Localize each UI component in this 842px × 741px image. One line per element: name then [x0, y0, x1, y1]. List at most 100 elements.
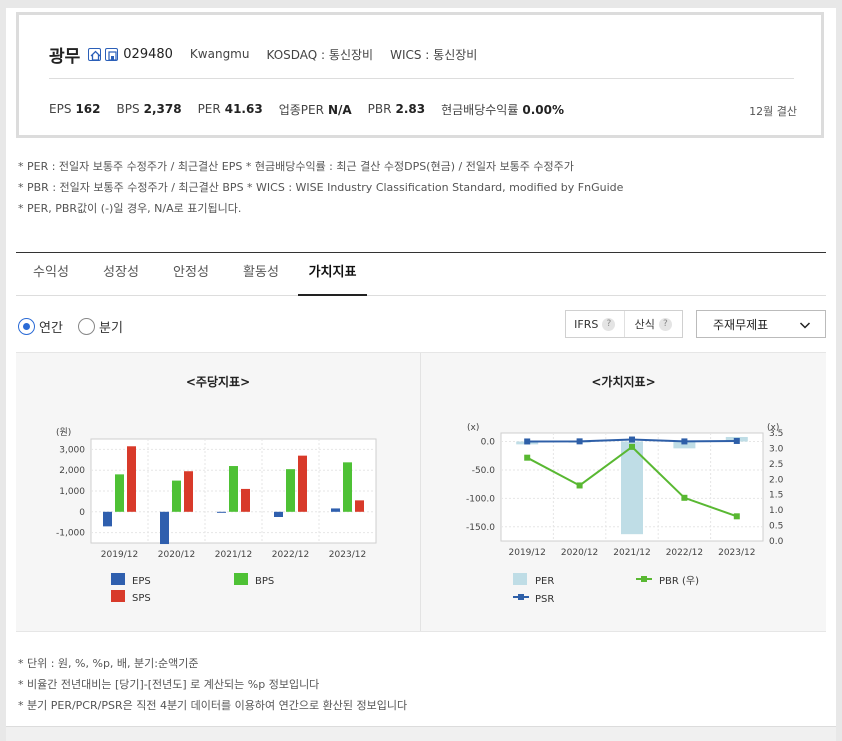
bar-eps — [274, 511, 283, 517]
point-psr — [576, 438, 583, 445]
x-tick-label: 2020/12 — [561, 548, 598, 558]
legend-swatch — [513, 573, 527, 585]
definition-notes: * PER : 전일자 보통주 수정주가 / 최근결산 EPS * 현금배당수익… — [18, 156, 623, 219]
formula-label: 산식 — [634, 318, 655, 331]
point-pbr — [681, 494, 688, 501]
x-tick-label: 2022/12 — [666, 548, 703, 558]
bar-sps — [355, 500, 364, 512]
valuation-chart-panel: <가치지표> 0.0 -50.0 -100.0 -150.0 0.0 0.5 1.0 1.5 2… — [421, 353, 826, 631]
ifrs-button[interactable]: IFRS ? — [566, 311, 624, 337]
options-bar: 연간 분기 IFRS ? 산식 ? 주재무제표 — [16, 308, 826, 344]
legend-swatch — [111, 590, 125, 602]
bar-sps — [241, 488, 250, 512]
radio-quarter[interactable]: 분기 — [78, 317, 123, 336]
statement-type-select[interactable]: 주재무제표 — [696, 310, 826, 338]
legend-label: BPS — [255, 576, 274, 587]
legend-label: EPS — [132, 576, 151, 587]
y-tick-label: -1,000 — [56, 529, 85, 539]
x-tick-label: 2022/12 — [272, 550, 309, 560]
metric-bps: BPS 2,378 — [116, 102, 182, 116]
english-name: Kwangmu — [189, 47, 250, 61]
bar-bps — [115, 474, 124, 512]
y-right-tick-label: 2.0 — [769, 475, 784, 485]
next-section-strip — [6, 726, 836, 741]
radio-annual-indicator[interactable] — [18, 317, 35, 335]
market-sector: KOSDAQ : 통신장비 — [266, 47, 374, 62]
point-psr — [733, 437, 740, 444]
bar-eps — [217, 511, 226, 513]
building-icon[interactable] — [105, 47, 119, 61]
tab-stability[interactable]: 안정성 — [156, 253, 226, 296]
legend-label: PER — [535, 576, 554, 587]
y-left-tick-label: -150.0 — [466, 523, 495, 533]
bar-eps — [331, 508, 340, 512]
metric-eps: EPS 162 — [49, 102, 101, 116]
bar-sps — [298, 455, 307, 512]
tab-growth[interactable]: 성장성 — [86, 253, 156, 296]
y-left-tick-label: 0.0 — [481, 438, 496, 448]
note-line: * 비율간 전년대비는 [당기]-[전년도] 로 계산되는 %p 정보입니다 — [18, 678, 320, 691]
bar-bps — [172, 480, 181, 512]
x-tick-label: 2019/12 — [509, 548, 546, 558]
help-icon[interactable]: ? — [658, 317, 672, 331]
point-pbr — [524, 454, 531, 461]
charts-area: <주당지표> -1,000 0 1,000 2,000 3,000 (원) 2019/12 2… — [16, 352, 826, 632]
legend-swatch — [641, 576, 647, 582]
settlement-month: 12월 결산 — [749, 105, 797, 118]
note-line: * PBR : 전일자 보통주 수정주가 / 최근결산 BPS * WICS :… — [18, 181, 624, 194]
statement-type-value: 주재무제표 — [713, 317, 769, 332]
help-icon[interactable]: ? — [602, 317, 616, 331]
ifrs-calc-toggle: IFRS ? 산식 ? — [565, 310, 683, 338]
company-title-row: 광무 029480 Kwangmu KOSDAQ : 통신장비 WICS : 통… — [49, 43, 477, 67]
formula-button[interactable]: 산식 ? — [623, 311, 683, 337]
home-icon[interactable] — [88, 47, 102, 61]
point-psr — [524, 438, 531, 445]
bar-sps — [184, 471, 193, 512]
legend-label: PBR (우) — [659, 575, 699, 587]
note-line: * PER, PBR값이 (-)일 경우, N/A로 표기됩니다. — [18, 202, 242, 215]
tab-activity[interactable]: 활동성 — [226, 253, 296, 296]
y-tick-label: 0 — [79, 508, 85, 518]
y-unit-label: (원) — [56, 427, 71, 438]
y-right-tick-label: 0.0 — [769, 537, 784, 547]
y-right-tick-label: 1.5 — [769, 491, 783, 501]
radio-annual[interactable]: 연간 — [18, 317, 63, 336]
radio-quarter-indicator[interactable] — [78, 317, 95, 335]
valuation-chart: 0.0 -50.0 -100.0 -150.0 0.0 0.5 1.0 1.5 2.0 2.5 3.… — [466, 423, 784, 605]
bar-eps — [103, 511, 112, 527]
bar-eps — [160, 511, 169, 545]
metric-dividend-yield: 현금배당수익률 0.00% — [441, 102, 564, 117]
per-share-chart: -1,000 0 1,000 2,000 3,000 (원) 2019/12 2020/12 2… — [56, 427, 377, 604]
unit-notes: * 단위 : 원, %, %p, 배, 분기:순액기준 * 비율간 전년대비는 … — [18, 653, 407, 716]
legend-label: SPS — [132, 593, 151, 604]
point-psr — [681, 438, 688, 445]
note-line: * 단위 : 원, %, %p, 배, 분기:순액기준 — [18, 657, 199, 670]
y-right-tick-label: 1.0 — [769, 506, 784, 516]
legend-swatch — [234, 573, 248, 585]
y-right-tick-label: 3.0 — [769, 444, 784, 454]
indicator-tabs: 수익성 성장성 안정성 활동성 가치지표 — [16, 253, 826, 296]
x-tick-label: 2020/12 — [158, 550, 195, 560]
point-psr — [629, 436, 635, 443]
x-tick-label: 2023/12 — [718, 548, 755, 558]
metric-per: PER 41.63 — [197, 102, 263, 116]
x-tick-label: 2023/12 — [329, 550, 366, 560]
legend-label: PSR — [535, 594, 554, 605]
metrics-row: EPS 162 BPS 2,378 PER 41.63 업종PER N/A PBR 2.8… — [49, 100, 580, 118]
company-header: 광무 029480 Kwangmu KOSDAQ : 통신장비 WICS : 통… — [16, 12, 824, 138]
company-name: 광무 — [49, 46, 81, 67]
chevron-down-icon — [799, 322, 811, 329]
bar-bps — [343, 462, 352, 512]
x-tick-label: 2021/12 — [613, 548, 650, 558]
y-right-unit-label: (x) — [767, 423, 779, 433]
y-left-tick-label: -50.0 — [472, 466, 496, 476]
tab-valuation[interactable]: 가치지표 — [298, 253, 367, 296]
y-tick-label: 3,000 — [59, 445, 85, 455]
note-line: * PER : 전일자 보통주 수정주가 / 최근결산 EPS * 현금배당수익… — [18, 160, 574, 173]
bar-bps — [286, 469, 295, 512]
ifrs-label: IFRS — [574, 317, 599, 331]
y-right-tick-label: 0.5 — [769, 522, 783, 532]
note-line: * 분기 PER/PCR/PSR은 직전 4분기 데이터를 이용하여 연간으로 … — [18, 699, 408, 712]
tab-profitability[interactable]: 수익성 — [16, 253, 86, 296]
y-left-unit-label: (x) — [467, 423, 479, 433]
